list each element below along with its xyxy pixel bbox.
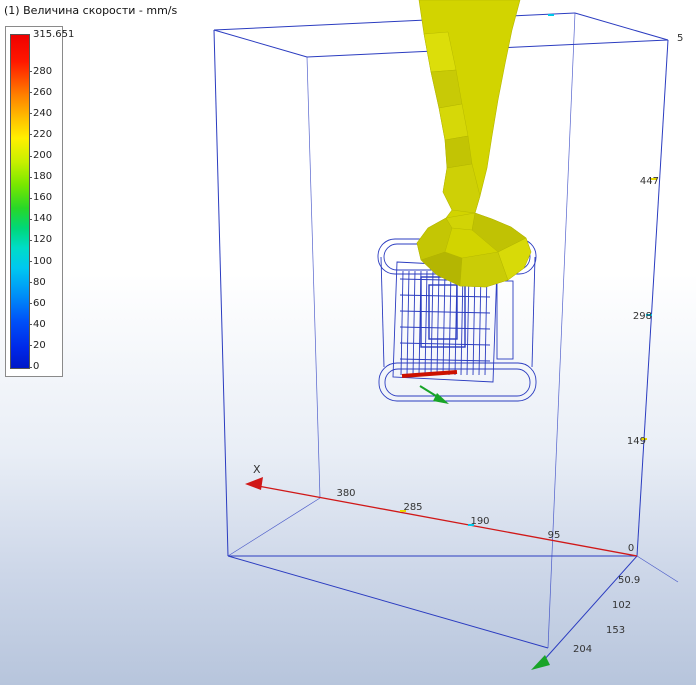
legend-tick-label: 220 [33,128,53,140]
legend-tick-mark [29,197,32,199]
legend-tick-mark [29,155,32,157]
ruler-label: 149 [627,436,646,447]
legend-tick-mark [29,345,32,347]
flow-simulation-viewport: X 380 285 190 95 0 5 447 298 149 50.9 10… [0,0,696,685]
ruler-label: 380 [336,488,355,499]
legend-tick-mark [29,92,32,94]
legend-tick-label: 60 [33,297,46,309]
legend-tick-mark [29,176,32,178]
ruler-label: 190 [470,516,489,527]
ruler-label: 204 [573,644,592,655]
ruler-label: 285 [403,502,422,513]
x-axis-arrow [245,477,638,557]
legend-tick-label: 200 [33,150,53,161]
legend-tick-mark [29,261,32,262]
ruler-label: 95 [548,530,561,541]
legend-tick-mark [29,366,32,368]
x-axis-letter: X [253,463,261,476]
legend-tick-label: 80 [33,276,46,288]
legend-tick-label: 240 [33,107,53,119]
model-highlight-face [401,370,458,378]
legend-tick-label: 140 [33,213,53,225]
ruler-label: 298 [633,311,652,322]
legend-tick-mark [29,303,32,305]
legend-tick-label: 20 [33,339,46,351]
legend-tick-mark [29,324,32,326]
velocity-isosurface [416,0,532,288]
legend-tick-label: 100 [33,255,53,267]
legend-tick-label: 260 [33,86,53,98]
legend-tick-mark [29,282,32,284]
ruler-label: 5 [677,33,683,44]
legend-tick-mark [29,239,32,241]
legend-tick-label: 40 [33,318,46,330]
legend-tick-mark [29,113,32,115]
ruler-label: 50.9 [618,575,640,586]
legend-tick-label: 280 [33,65,53,77]
legend-tick-mark [29,134,32,136]
viewport-3d[interactable]: X 380 285 190 95 0 5 447 298 149 50.9 10… [0,0,696,685]
legend-tick-label: 120 [33,234,53,246]
ruler-label: 447 [640,176,659,187]
legend-tick-mark [29,218,32,220]
legend-tick-label: 160 [33,192,53,204]
ruler-label: 153 [606,625,625,636]
legend-tick-mark [29,71,32,73]
origin-label: 0 [628,543,634,554]
legend-tick-label: 0 [33,361,40,372]
ruler-label: 102 [612,600,631,611]
legend-ticks: 280 260 240 220 200 180 160 140 120 100 80 60 40 20 0 [6,27,62,376]
color-legend: 315.651 280 260 240 220 200 180 160 140 120 100 80… [5,26,74,377]
plot-title: (1) Величина скорости - mm/s [4,4,178,17]
y-axis-arrow [531,655,550,670]
legend-tick-label: 180 [33,171,53,183]
